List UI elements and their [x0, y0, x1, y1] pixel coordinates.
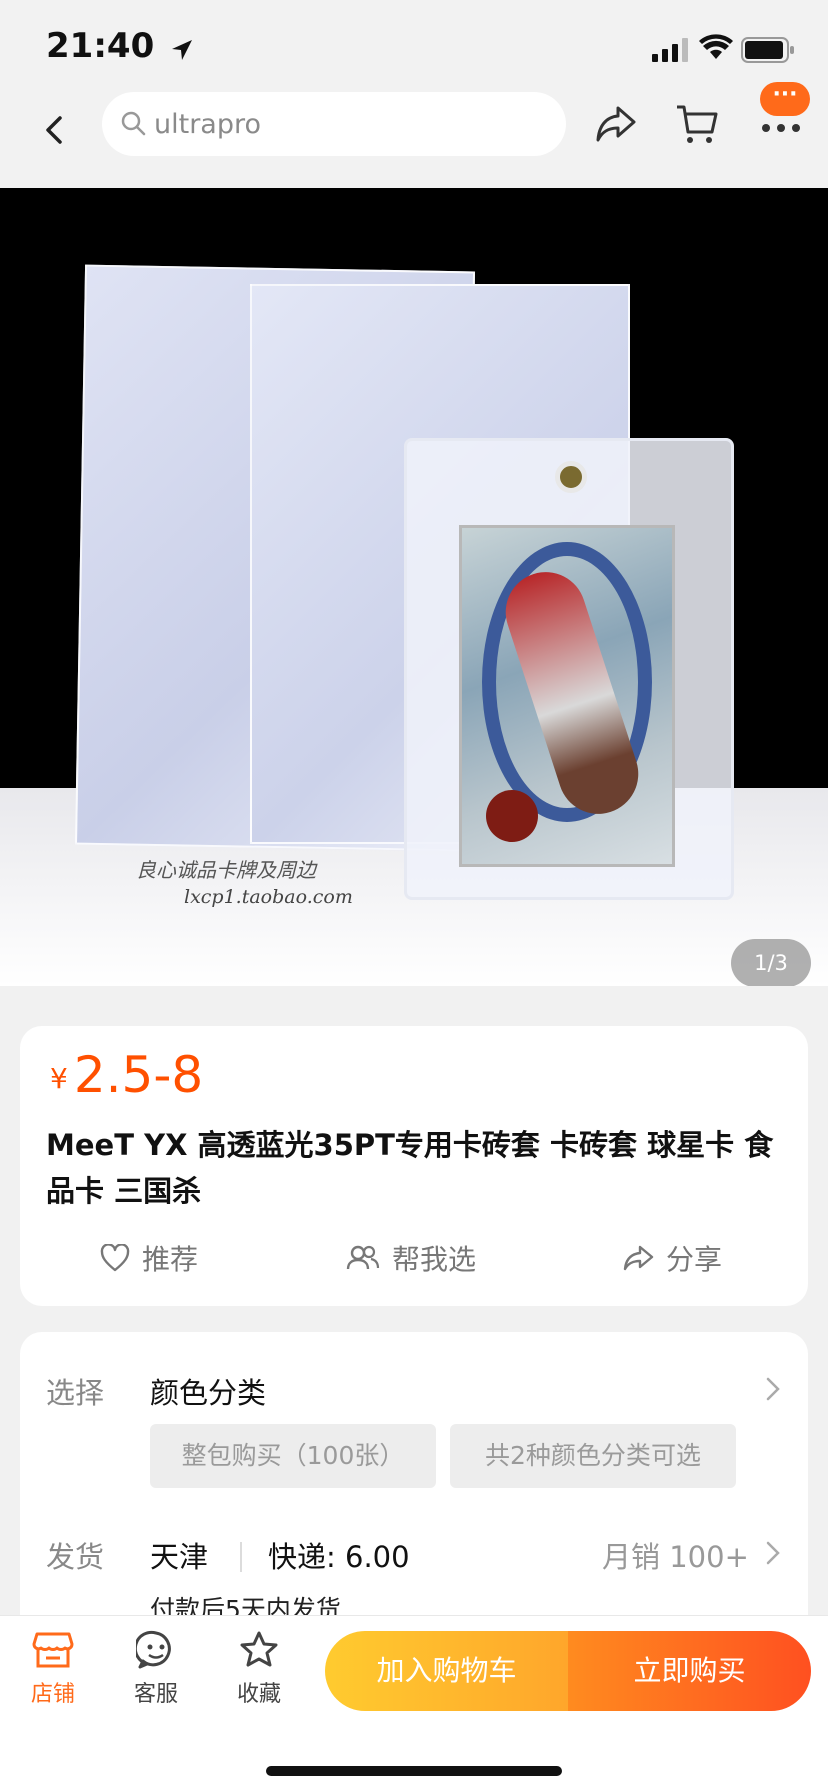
add-to-cart-button[interactable]: 加入购物车 [325, 1631, 568, 1711]
currency-symbol: ¥ [50, 1062, 68, 1095]
store-label: 店铺 [30, 1682, 75, 1707]
bottom-action-bar: 店铺 客服 收藏 加入购物车 立即购买 [0, 1615, 828, 1792]
share-label: 分享 [666, 1243, 723, 1276]
star-icon [240, 1631, 278, 1667]
select-value[interactable]: 颜色分类 [150, 1370, 266, 1412]
recommend-button[interactable]: 推荐 [100, 1234, 198, 1282]
watermark-shop-name: 良心诚品卡牌及周边 [136, 858, 316, 882]
battery-icon [741, 37, 794, 63]
search-bar[interactable] [102, 92, 566, 156]
favorite-label: 收藏 [236, 1682, 281, 1707]
watermark-url: lxcp1.taobao.com [184, 886, 353, 908]
share-icon [623, 1245, 654, 1271]
message-badge[interactable]: ··· [760, 82, 810, 116]
search-input[interactable] [154, 102, 544, 146]
image-pager: 1/3 [731, 939, 811, 986]
chevron-right-icon[interactable] [764, 1376, 782, 1402]
cart-icon[interactable] [674, 102, 720, 148]
chevron-right-icon[interactable] [764, 1540, 782, 1566]
status-time: 21:40 [46, 26, 155, 66]
card-artwork [459, 525, 675, 867]
favorite-tab[interactable]: 收藏 [224, 1630, 294, 1708]
shipping-label: 发货 [46, 1540, 105, 1574]
search-icon [121, 111, 146, 136]
product-title: MeeT YX 高透蓝光35PT专用卡砖套 卡砖套 球星卡 食品卡 三国杀 [46, 1128, 774, 1208]
product-actions: 推荐 帮我选 分享 [20, 1234, 808, 1282]
buy-now-button[interactable]: 立即购买 [568, 1631, 811, 1711]
product-info-card: ¥2.5-8 MeeT YX 高透蓝光35PT专用卡砖套 卡砖套 球星卡 食品卡… [20, 1026, 808, 1306]
share-icon[interactable] [594, 104, 638, 144]
product-image-gallery[interactable]: 良心诚品卡牌及周边 lxcp1.taobao.com 1/3 [0, 188, 828, 986]
top-nav [0, 92, 828, 188]
variant-chip[interactable]: 整包购买（100张） [150, 1424, 436, 1488]
ship-from: 天津 [150, 1540, 209, 1574]
heart-icon [100, 1244, 130, 1272]
wifi-icon [699, 34, 733, 59]
express-fee: 快递: 6.00 [268, 1540, 410, 1574]
help-me-choose-label: 帮我选 [392, 1243, 477, 1276]
card-seal [486, 790, 538, 842]
home-indicator[interactable] [266, 1766, 562, 1776]
card-holder-image [404, 438, 734, 900]
monthly-sales: 月销 100+ [602, 1540, 749, 1574]
price-value: 2.5-8 [73, 1046, 204, 1104]
share-button[interactable]: 分享 [622, 1234, 722, 1282]
recommend-label: 推荐 [142, 1243, 199, 1276]
service-tab[interactable]: 客服 [121, 1630, 191, 1708]
store-icon [32, 1632, 74, 1668]
back-arrow-icon[interactable] [36, 110, 76, 150]
variant-count-chip[interactable]: 共2种颜色分类可选 [450, 1424, 736, 1488]
people-icon [346, 1245, 380, 1270]
help-me-choose-button[interactable]: 帮我选 [346, 1234, 476, 1282]
service-icon [136, 1630, 171, 1669]
status-bar: 21:40 [0, 0, 828, 92]
price: ¥2.5-8 [50, 1046, 203, 1104]
store-tab[interactable]: 店铺 [18, 1630, 88, 1708]
cellular-signal-icon [652, 38, 688, 62]
service-label: 客服 [133, 1682, 178, 1707]
select-label: 选择 [46, 1376, 105, 1410]
divider [240, 1542, 242, 1572]
holder-hole [555, 461, 587, 493]
location-arrow-icon [172, 40, 192, 60]
options-card: 选择 颜色分类 整包购买（100张） 共2种颜色分类可选 发货 天津 快递: 6… [20, 1332, 808, 1652]
